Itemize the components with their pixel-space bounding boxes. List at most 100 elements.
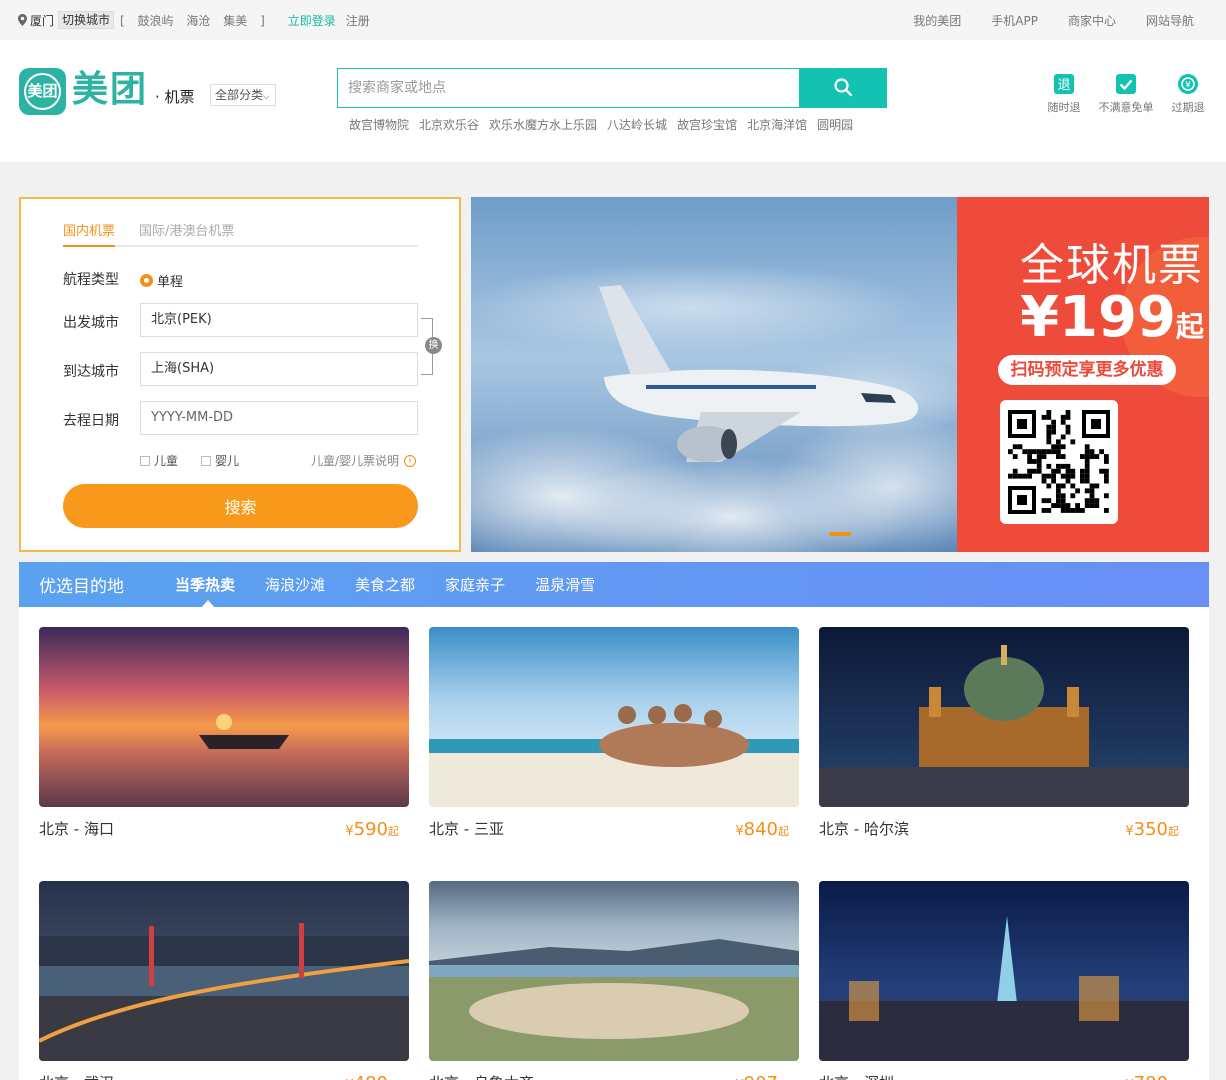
- hot-search-link[interactable]: 八达岭长城: [607, 116, 667, 133]
- promo-price: ¥199起: [996, 285, 1209, 350]
- destination-photo: [39, 881, 409, 1061]
- infant-label: 婴儿: [215, 454, 240, 468]
- promo-price-amount: ¥199: [1020, 285, 1176, 350]
- destination-photo: [429, 627, 799, 807]
- location-pin-icon: [18, 14, 27, 26]
- destination-card[interactable]: 北京 - 三亚 ¥840起: [429, 627, 799, 840]
- tab-beach[interactable]: 海浪沙滩: [265, 574, 325, 595]
- destination-photo: [429, 881, 799, 1061]
- destinations-title: 优选目的地: [39, 577, 124, 597]
- destination-card[interactable]: 北京 - 深圳 ¥780起: [819, 881, 1189, 1080]
- depart-city-label: 出发城市: [63, 315, 119, 331]
- promo-banner[interactable]: 全球机票 ¥199起 扫码预定享更多优惠: [471, 197, 1209, 552]
- guarantee-expired-refund[interactable]: ¥ 过期退: [1160, 73, 1216, 115]
- current-city: 厦门: [30, 13, 55, 28]
- promo-price-suffix: 起: [1175, 310, 1204, 343]
- depart-city-input[interactable]: 北京(PEK): [140, 303, 418, 337]
- destination-price: ¥780起: [1125, 1073, 1179, 1080]
- infant-checkbox[interactable]: 婴儿: [201, 452, 239, 469]
- price-value: 350: [1133, 819, 1168, 840]
- nearby-area-link[interactable]: 海沧: [186, 14, 210, 28]
- destination-price: ¥907起: [735, 1073, 789, 1080]
- carousel-indicator[interactable]: [829, 532, 851, 536]
- promo-subtitle: 扫码预定享更多优惠: [998, 355, 1176, 385]
- register-link[interactable]: 注册: [346, 12, 370, 29]
- child-checkbox[interactable]: 儿童: [140, 452, 178, 469]
- currency-symbol: ¥: [735, 824, 744, 839]
- search-button[interactable]: [799, 69, 886, 107]
- expired-refund-icon: ¥: [1178, 74, 1198, 94]
- tab-family[interactable]: 家庭亲子: [445, 574, 505, 595]
- tab-international[interactable]: 国际/港澳台机票: [139, 223, 234, 241]
- hot-search-link[interactable]: 欢乐水魔方水上乐园: [489, 116, 597, 133]
- login-link[interactable]: 立即登录: [288, 12, 336, 29]
- destination-price: ¥590起: [345, 819, 399, 840]
- svg-text:退: 退: [1057, 78, 1070, 93]
- child-note-text: 儿童/婴儿票说明: [311, 454, 400, 468]
- hot-search-link[interactable]: 圆明园: [817, 116, 853, 133]
- destination-grid: 北京 - 海口 ¥590起 北京 - 三亚 ¥840起 北京 - 哈尔滨 ¥35…: [19, 607, 1209, 1080]
- price-suffix: 起: [388, 825, 399, 838]
- price-value: 780: [1134, 1073, 1168, 1080]
- hot-searches: 故宫博物院 北京欢乐谷 欢乐水魔方水上乐园 八达岭长城 故宫珍宝馆 北京海洋馆 …: [349, 116, 853, 133]
- depart-date-input[interactable]: YYYY-MM-DD: [140, 401, 418, 435]
- destination-route: 北京 - 三亚: [429, 820, 504, 838]
- flight-search-button[interactable]: 搜索: [63, 484, 418, 528]
- channel-name: · 机票: [155, 88, 195, 106]
- currency-symbol: ¥: [345, 824, 354, 839]
- price-suffix: 起: [1168, 825, 1179, 838]
- tab-hot-spring-ski[interactable]: 温泉滑雪: [535, 574, 595, 595]
- qr-code: [1000, 400, 1118, 524]
- destination-tabs: 当季热卖 海浪沙滩 美食之都 家庭亲子 温泉滑雪: [175, 574, 595, 608]
- mobile-app-link[interactable]: 手机APP: [991, 12, 1038, 29]
- search-box: [337, 68, 887, 108]
- category-select[interactable]: 全部分类⌵: [210, 84, 276, 106]
- destinations-header: 优选目的地 当季热卖 海浪沙滩 美食之都 家庭亲子 温泉滑雪: [19, 562, 1209, 608]
- depart-date-label: 去程日期: [63, 413, 119, 429]
- nearby-area-link[interactable]: 集美: [223, 14, 247, 28]
- hot-search-link[interactable]: 故宫珍宝馆: [677, 116, 737, 133]
- category-select-value: 全部分类: [215, 88, 264, 102]
- price-value: 840: [743, 819, 778, 840]
- promo-title: 全球机票: [1020, 240, 1204, 291]
- destination-card[interactable]: 北京 - 乌鲁木齐 ¥907起: [429, 881, 799, 1080]
- check-icon: [1116, 74, 1136, 94]
- my-meituan-link[interactable]: 我的美团: [913, 12, 961, 29]
- destination-route: 北京 - 海口: [39, 820, 114, 838]
- arrive-city-input[interactable]: 上海(SHA): [140, 352, 418, 386]
- tab-domestic[interactable]: 国内机票: [63, 223, 116, 247]
- checkbox-icon: [140, 455, 150, 466]
- guarantee-free-if-unsatisfied[interactable]: 不满意免单: [1098, 73, 1154, 115]
- destination-card[interactable]: 北京 - 哈尔滨 ¥350起: [819, 627, 1189, 840]
- destination-route: 北京 - 深圳: [819, 1072, 894, 1080]
- price-value: 480: [354, 1073, 388, 1080]
- tab-seasonal-hot[interactable]: 当季热卖: [175, 574, 235, 608]
- site-nav-link[interactable]: 网站导航: [1146, 12, 1194, 29]
- service-guarantees: 退 随时退 不满意免单 ¥ 过期退: [1036, 73, 1222, 115]
- child-ticket-note-link[interactable]: 儿童/婴儿票说明 i: [311, 452, 417, 469]
- currency-symbol: ¥: [1125, 824, 1134, 839]
- one-way-radio[interactable]: 单程: [140, 271, 183, 290]
- nearby-area-link[interactable]: 鼓浪屿: [138, 14, 174, 28]
- destination-card[interactable]: 北京 - 海口 ¥590起: [39, 627, 409, 840]
- hot-search-link[interactable]: 北京海洋馆: [747, 116, 807, 133]
- destination-card[interactable]: 北京 - 武汉 ¥480起: [39, 881, 409, 1080]
- destination-route: 北京 - 乌鲁木齐: [429, 1072, 534, 1080]
- guarantee-refund-anytime[interactable]: 退 随时退: [1036, 73, 1092, 115]
- hot-search-link[interactable]: 北京欢乐谷: [419, 116, 479, 133]
- switch-city-button[interactable]: 切换城市: [58, 11, 115, 29]
- merchant-center-link[interactable]: 商家中心: [1068, 12, 1116, 29]
- destination-photo: [819, 881, 1189, 1061]
- refund-icon: 退: [1054, 74, 1074, 94]
- hot-search-link[interactable]: 故宫博物院: [349, 116, 409, 133]
- nearby-areas: [ 鼓浪屿 海沧 集美 ]: [120, 12, 274, 29]
- logo-text[interactable]: 美团: [72, 68, 148, 112]
- logo-badge[interactable]: 美团: [19, 68, 66, 115]
- search-icon: [833, 77, 852, 96]
- tab-food[interactable]: 美食之都: [355, 574, 415, 595]
- swap-cities-button[interactable]: 换: [425, 337, 442, 354]
- price-value: 907: [744, 1073, 778, 1080]
- destination-price: ¥840起: [735, 819, 789, 840]
- chevron-down-icon: ⌵: [263, 92, 270, 102]
- search-input[interactable]: [338, 69, 800, 107]
